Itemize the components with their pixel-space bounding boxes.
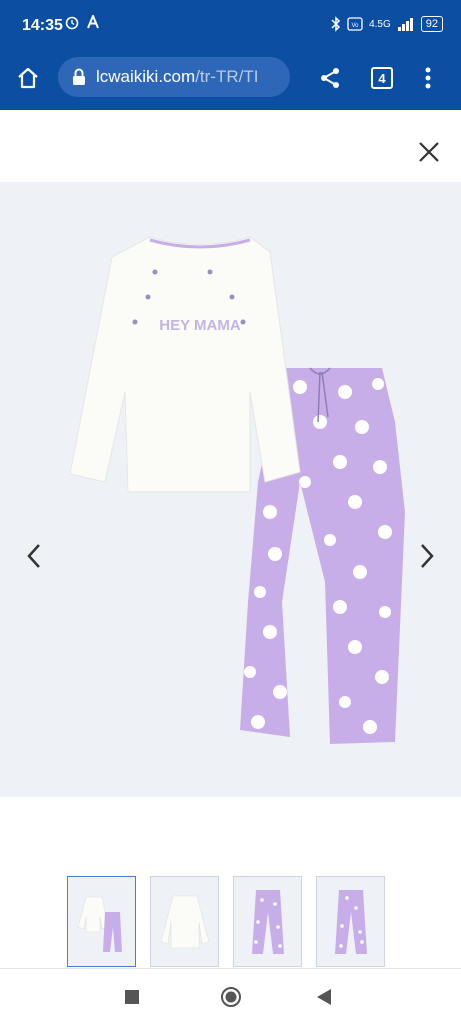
more-icon xyxy=(425,67,431,89)
thumbnail-2[interactable] xyxy=(150,876,219,967)
url-bar[interactable]: lcwaikiki.com/tr-TR/TI xyxy=(58,57,290,97)
status-time: 14:35 xyxy=(22,17,63,34)
thumbnail-strip xyxy=(67,876,385,967)
thumbnail-1[interactable] xyxy=(67,876,136,967)
system-nav-bar xyxy=(0,968,461,1025)
artwork-text: HEY MAMA xyxy=(159,317,241,334)
chevron-right-icon xyxy=(421,544,434,568)
status-bar: 14:35 Vo 4.5G 92 xyxy=(0,0,461,56)
thumb-full-set-image xyxy=(77,896,122,952)
recents-icon xyxy=(125,990,139,1004)
more-button[interactable] xyxy=(418,64,438,92)
home-button[interactable] xyxy=(14,64,42,92)
signal-icon xyxy=(397,18,413,31)
home-circle-icon xyxy=(221,987,241,1007)
svg-text:Vo: Vo xyxy=(352,23,360,29)
thumb-pants-back-image xyxy=(334,889,367,954)
thumbnail-4[interactable] xyxy=(316,876,385,967)
tabs-icon: 4 xyxy=(371,67,393,89)
tabs-button[interactable]: 4 xyxy=(368,64,396,92)
prev-image-button[interactable] xyxy=(24,542,44,570)
thumb-top-image xyxy=(160,895,209,948)
thumb-pants-front-image xyxy=(251,889,284,954)
alarm-icon xyxy=(65,16,79,30)
close-icon xyxy=(419,142,439,162)
battery-icon: 92 xyxy=(420,16,443,32)
recents-button[interactable] xyxy=(122,987,142,1007)
close-button[interactable] xyxy=(417,140,441,164)
a-icon xyxy=(87,15,99,29)
chevron-left-icon xyxy=(27,544,40,568)
product-image[interactable]: HEY MAMA xyxy=(0,182,461,797)
url-path: /tr-TR/TI xyxy=(195,67,259,86)
browser-toolbar: lcwaikiki.com/tr-TR/TI 4 xyxy=(0,56,461,110)
pajama-set-image: HEY MAMA xyxy=(69,236,405,744)
thumbnail-3[interactable] xyxy=(233,876,302,967)
back-button[interactable] xyxy=(314,987,334,1007)
bluetooth-icon xyxy=(331,16,341,32)
share-icon xyxy=(321,68,339,88)
network-type: 4.5G xyxy=(369,18,391,30)
home-icon xyxy=(18,67,38,89)
lock-icon xyxy=(72,68,86,86)
back-icon xyxy=(317,989,331,1005)
volte-icon: Vo xyxy=(347,17,363,31)
share-button[interactable] xyxy=(316,64,344,92)
next-image-button[interactable] xyxy=(417,542,437,570)
nav-home-button[interactable] xyxy=(219,985,243,1009)
url-domain: lcwaikiki.com xyxy=(96,67,196,86)
